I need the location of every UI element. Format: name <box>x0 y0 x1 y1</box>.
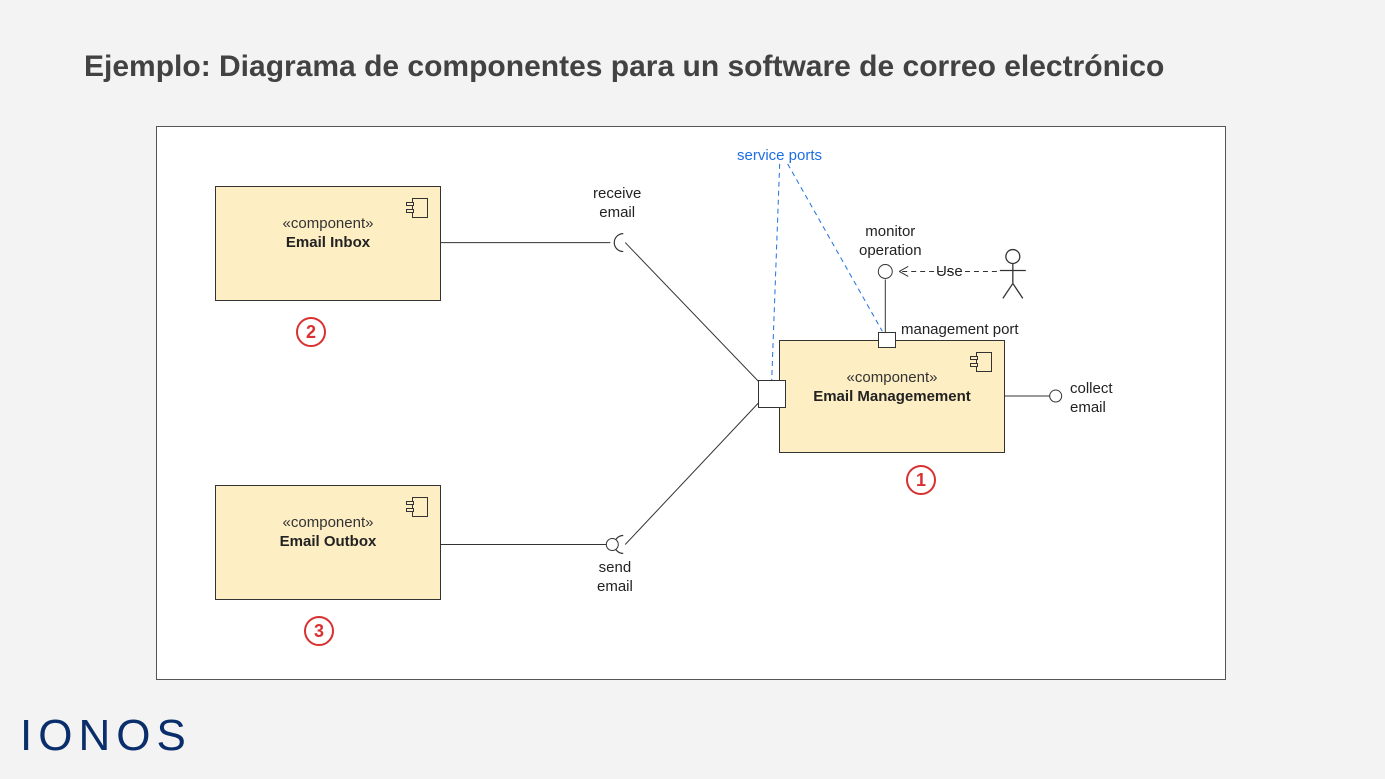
badge-3: 3 <box>304 616 334 646</box>
component-email-outbox: «component» Email Outbox <box>215 485 441 600</box>
component-email-management: «component» Email Managemement <box>779 340 1005 453</box>
label-management-port: management port <box>901 321 1019 340</box>
label-monitor-operation: monitor operation <box>859 223 922 261</box>
diagram-frame: «component» Email Inbox 2 «component» Em… <box>156 126 1226 680</box>
component-icon <box>970 351 992 373</box>
component-email-inbox: «component» Email Inbox <box>215 186 441 301</box>
component-name: Email Outbox <box>216 533 440 550</box>
component-name: Email Inbox <box>216 234 440 251</box>
component-icon <box>406 496 428 518</box>
component-name: Email Managemement <box>780 388 1004 405</box>
label-service-ports: service ports <box>737 147 822 166</box>
label-collect-email: collect email <box>1070 380 1113 418</box>
component-icon <box>406 197 428 219</box>
diagram-title: Ejemplo: Diagrama de componentes para un… <box>0 0 1385 84</box>
port-left <box>758 380 786 408</box>
port-top-management <box>878 332 896 348</box>
label-send-email: send email <box>597 559 633 597</box>
ionos-logo: IONOS <box>20 711 192 761</box>
badge-1: 1 <box>906 465 936 495</box>
label-receive-email: receive email <box>593 185 641 223</box>
label-use: Use <box>936 263 963 282</box>
badge-2: 2 <box>296 317 326 347</box>
